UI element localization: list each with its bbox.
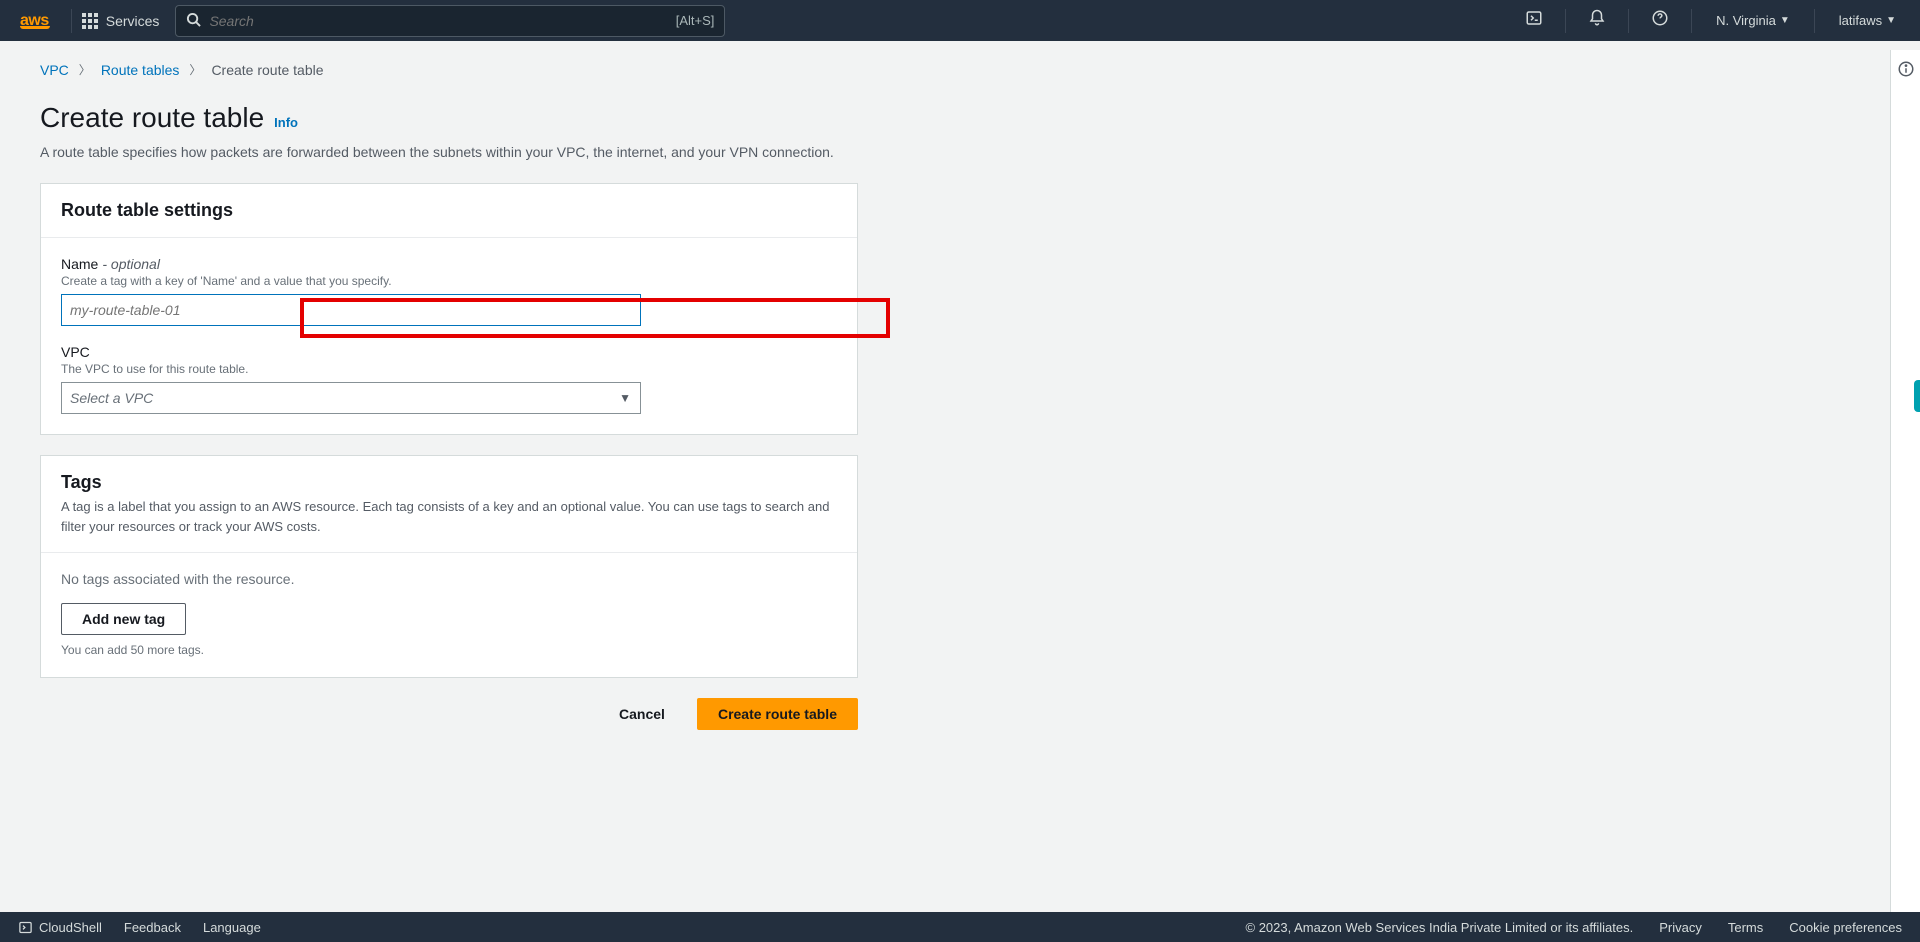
breadcrumb-link-route-tables[interactable]: Route tables bbox=[101, 62, 180, 78]
cloudshell-icon[interactable] bbox=[1513, 9, 1555, 32]
search-input[interactable] bbox=[209, 13, 609, 29]
chevron-right-icon: 〉 bbox=[79, 61, 91, 78]
services-label: Services bbox=[106, 13, 160, 29]
services-menu-button[interactable]: Services bbox=[82, 13, 160, 29]
vpc-label: VPC bbox=[61, 344, 90, 360]
region-selector[interactable]: N. Virginia▼ bbox=[1702, 13, 1804, 28]
aws-logo[interactable]: aws bbox=[10, 12, 61, 29]
vpc-field: VPC The VPC to use for this route table.… bbox=[61, 344, 837, 414]
no-tags-text: No tags associated with the resource. bbox=[61, 571, 837, 587]
create-route-table-button[interactable]: Create route table bbox=[697, 698, 858, 730]
notifications-icon[interactable] bbox=[1576, 9, 1618, 32]
search-box[interactable]: [Alt+S] bbox=[175, 5, 725, 37]
name-input[interactable] bbox=[61, 294, 641, 326]
name-hint: Create a tag with a key of 'Name' and a … bbox=[61, 274, 837, 288]
grid-icon bbox=[82, 13, 98, 29]
account-menu[interactable]: latifaws▼ bbox=[1825, 13, 1910, 28]
terms-link[interactable]: Terms bbox=[1728, 920, 1763, 935]
feedback-link[interactable]: Feedback bbox=[124, 920, 181, 935]
caret-down-icon: ▼ bbox=[1780, 15, 1790, 26]
page-title: Create route table bbox=[40, 102, 264, 134]
cloudshell-button[interactable]: CloudShell bbox=[18, 920, 102, 935]
top-navigation-bar: aws Services [Alt+S] N. Virginia▼ bbox=[0, 0, 1920, 41]
privacy-link[interactable]: Privacy bbox=[1659, 920, 1702, 935]
route-table-settings-panel: Route table settings Name - optional Cre… bbox=[40, 183, 858, 435]
search-icon bbox=[186, 12, 201, 30]
name-label: Name bbox=[61, 256, 98, 272]
language-selector[interactable]: Language bbox=[203, 920, 261, 935]
help-icon[interactable] bbox=[1639, 9, 1681, 32]
tags-panel-description: A tag is a label that you assign to an A… bbox=[61, 497, 837, 536]
info-panel-toggle[interactable] bbox=[1890, 50, 1920, 912]
vpc-hint: The VPC to use for this route table. bbox=[61, 362, 837, 376]
search-shortcut-hint: [Alt+S] bbox=[676, 13, 715, 28]
tags-remaining-hint: You can add 50 more tags. bbox=[61, 643, 837, 657]
caret-down-icon: ▼ bbox=[1886, 15, 1896, 26]
settings-panel-title: Route table settings bbox=[61, 200, 837, 221]
breadcrumb-link-vpc[interactable]: VPC bbox=[40, 62, 69, 78]
tags-panel-title: Tags bbox=[61, 472, 837, 493]
bottom-bar: CloudShell Feedback Language © 2023, Ama… bbox=[0, 912, 1920, 942]
side-tab-handle[interactable] bbox=[1914, 380, 1920, 412]
info-link[interactable]: Info bbox=[274, 115, 298, 130]
name-optional-text: - optional bbox=[102, 256, 160, 272]
form-actions: Cancel Create route table bbox=[40, 698, 858, 730]
copyright-text: © 2023, Amazon Web Services India Privat… bbox=[1246, 920, 1634, 935]
tags-panel: Tags A tag is a label that you assign to… bbox=[40, 455, 858, 678]
cancel-button[interactable]: Cancel bbox=[599, 698, 685, 730]
chevron-right-icon: 〉 bbox=[189, 61, 201, 78]
name-field: Name - optional Create a tag with a key … bbox=[61, 256, 837, 326]
breadcrumb: VPC 〉 Route tables 〉 Create route table bbox=[40, 61, 1520, 78]
cookie-preferences-link[interactable]: Cookie preferences bbox=[1789, 920, 1902, 935]
add-new-tag-button[interactable]: Add new tag bbox=[61, 603, 186, 635]
vpc-select[interactable]: Select a VPC bbox=[61, 382, 641, 414]
page-description: A route table specifies how packets are … bbox=[40, 142, 860, 163]
main-content: VPC 〉 Route tables 〉 Create route table … bbox=[0, 41, 1560, 750]
breadcrumb-current: Create route table bbox=[211, 62, 323, 78]
